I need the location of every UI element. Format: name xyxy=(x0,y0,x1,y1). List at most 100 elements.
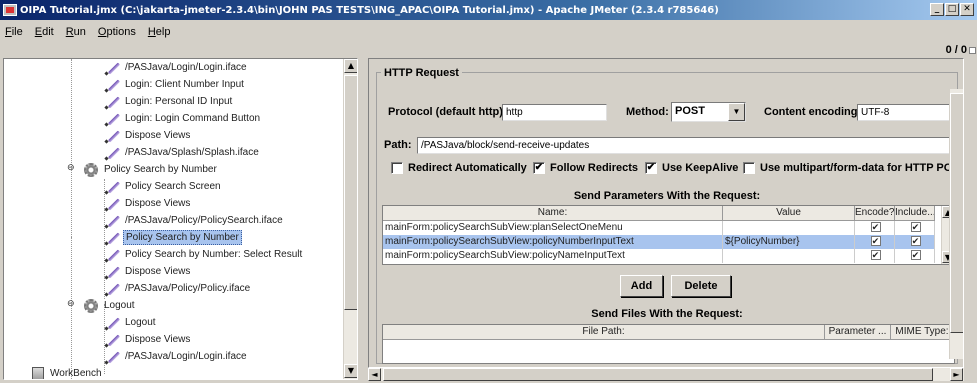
pane-splitter[interactable] xyxy=(361,58,367,380)
collapse-toggle[interactable]: ⊖ xyxy=(67,164,76,174)
path-label: Path: xyxy=(384,139,412,151)
sampler-icon xyxy=(104,78,120,92)
thread-counter: 0 / 0 xyxy=(945,44,967,56)
menu-help[interactable]: Help xyxy=(148,26,171,38)
table-row[interactable]: mainForm:policySearchSubView:policyNameI… xyxy=(383,249,935,263)
column-header-include[interactable]: Include... xyxy=(895,206,935,221)
group-title: HTTP Request xyxy=(381,67,462,79)
column-header-name[interactable]: Name: xyxy=(383,206,723,221)
column-header-encode[interactable]: Encode? xyxy=(855,206,895,221)
add-button[interactable]: Add xyxy=(620,275,663,297)
scroll-thumb[interactable] xyxy=(950,93,963,333)
scroll-thumb[interactable] xyxy=(344,75,357,310)
param-name-cell[interactable]: mainForm:policySearchSubView:policyNumbe… xyxy=(383,235,723,249)
encode-cell[interactable]: ✔ xyxy=(855,221,895,235)
column-header-file-path[interactable]: File Path: xyxy=(383,325,825,340)
multipart-checkbox[interactable]: Use multipart/form-data for HTTP POST xyxy=(743,162,963,174)
tree-item[interactable]: /PASJava/Policy/Policy.iface xyxy=(104,280,252,297)
menu-bar: File Edit Run Options Help xyxy=(0,21,977,42)
window-controls: _ □ ✕ xyxy=(930,3,974,16)
tree-item[interactable]: /PASJava/Login/Login.iface xyxy=(104,59,249,76)
files-table[interactable]: File Path: Parameter ... MIME Type: xyxy=(382,324,955,364)
sampler-icon xyxy=(104,333,120,347)
table-row[interactable]: mainForm:policySearchSubView:planSelectO… xyxy=(383,221,935,235)
sampler-icon xyxy=(104,248,120,262)
menu-options[interactable]: Options xyxy=(98,26,136,38)
tree-item-workbench[interactable]: WorkBench xyxy=(32,365,104,379)
tree-item-controller[interactable]: Policy Search by Number xyxy=(84,161,219,178)
sampler-icon xyxy=(104,282,120,296)
tree-item[interactable]: Dispose Views xyxy=(104,263,192,280)
path-input[interactable]: /PASJava/block/send-receive-updates xyxy=(417,137,955,154)
workbench-icon xyxy=(32,366,44,379)
tree-item-selected[interactable]: Policy Search by Number xyxy=(104,229,242,246)
delete-button[interactable]: Delete xyxy=(671,275,731,297)
tree-item[interactable]: Login: Client Number Input xyxy=(104,76,246,93)
params-table-header: Name: Value Encode? Include... xyxy=(383,206,935,221)
sampler-icon xyxy=(104,61,120,75)
params-table[interactable]: Name: Value Encode? Include... mainForm:… xyxy=(382,205,955,265)
tree-item[interactable]: Dispose Views xyxy=(104,127,192,144)
tree-item[interactable]: Login: Login Command Button xyxy=(104,110,262,127)
param-value-cell[interactable] xyxy=(723,249,855,263)
include-cell[interactable]: ✔ xyxy=(895,249,935,263)
use-keepalive-checkbox[interactable]: ✔ Use KeepAlive xyxy=(645,162,738,174)
collapse-toggle[interactable]: ⊖ xyxy=(67,300,76,310)
scroll-up-button[interactable]: ▲ xyxy=(344,59,357,73)
menu-run[interactable]: Run xyxy=(66,26,86,38)
tree-guide-line xyxy=(71,59,72,237)
right-panel-horizontal-scrollbar[interactable]: ◄ ► xyxy=(368,368,964,381)
method-select[interactable]: POST ▼ xyxy=(671,102,746,122)
chevron-down-icon[interactable]: ▼ xyxy=(728,103,745,121)
check-icon: ✔ xyxy=(910,236,921,246)
scroll-down-button[interactable]: ▼ xyxy=(344,364,357,378)
scroll-right-button[interactable]: ► xyxy=(950,368,963,381)
follow-redirects-checkbox[interactable]: ✔ Follow Redirects xyxy=(533,162,638,174)
tree-item[interactable]: Login: Personal ID Input xyxy=(104,93,234,110)
check-icon: ✔ xyxy=(870,250,881,260)
menu-file[interactable]: File xyxy=(5,26,23,38)
param-name-cell[interactable]: mainForm:policySearchSubView:policyNameI… xyxy=(383,249,723,263)
include-cell[interactable]: ✔ xyxy=(895,235,935,249)
sampler-icon xyxy=(104,95,120,109)
param-value-cell[interactable]: ${PolicyNumber} xyxy=(723,235,855,249)
tree-vertical-scrollbar[interactable]: ▲ ▼ xyxy=(343,59,357,379)
tree-item[interactable]: /PASJava/Login/Login.iface xyxy=(104,348,249,365)
tree-item[interactable]: Logout xyxy=(104,314,158,331)
column-header-parameter[interactable]: Parameter ... xyxy=(825,325,891,340)
encoding-label: Content encoding: xyxy=(764,106,862,118)
tree-item[interactable]: /PASJava/Splash/Splash.iface xyxy=(104,144,261,161)
include-cell[interactable]: ✔ xyxy=(895,221,935,235)
encoding-input[interactable]: UTF-8 xyxy=(857,104,952,121)
protocol-input[interactable]: http xyxy=(502,104,607,121)
scroll-left-button[interactable]: ◄ xyxy=(368,368,381,381)
column-header-value[interactable]: Value xyxy=(723,206,855,221)
param-name-cell[interactable]: mainForm:policySearchSubView:planSelectO… xyxy=(383,221,723,235)
test-plan-tree[interactable]: /PASJava/Login/Login.iface Login: Client… xyxy=(3,58,358,380)
tree-item-controller[interactable]: Logout xyxy=(84,297,137,314)
encode-cell[interactable]: ✔ xyxy=(855,235,895,249)
maximize-button[interactable]: □ xyxy=(945,3,959,16)
files-table-header: File Path: Parameter ... MIME Type: xyxy=(383,325,954,340)
files-heading: Send Files With the Request: xyxy=(591,308,743,320)
minimize-button[interactable]: _ xyxy=(930,3,944,16)
check-icon: ✔ xyxy=(910,250,921,260)
menu-edit[interactable]: Edit xyxy=(35,26,54,38)
param-value-cell[interactable] xyxy=(723,221,855,235)
method-label: Method: xyxy=(626,106,669,118)
tree-item[interactable]: Policy Search by Number: Select Result xyxy=(104,246,304,263)
tree-item[interactable]: Dispose Views xyxy=(104,331,192,348)
scroll-thumb[interactable] xyxy=(383,368,933,381)
tree-item[interactable]: Policy Search Screen xyxy=(104,178,223,195)
close-button[interactable]: ✕ xyxy=(960,3,974,16)
http-request-panel: HTTP Request Protocol (default http): ht… xyxy=(368,58,964,368)
column-header-mime-type[interactable]: MIME Type: xyxy=(891,325,954,340)
right-panel-vertical-scrollbar[interactable] xyxy=(949,89,963,359)
checkbox-box xyxy=(391,162,403,174)
redirect-automatically-checkbox[interactable]: Redirect Automatically xyxy=(391,162,527,174)
tree-item[interactable]: Dispose Views xyxy=(104,195,192,212)
controller-icon xyxy=(84,162,98,177)
tree-item[interactable]: /PASJava/Policy/PolicySearch.iface xyxy=(104,212,285,229)
table-row-selected[interactable]: mainForm:policySearchSubView:policyNumbe… xyxy=(383,235,935,249)
encode-cell[interactable]: ✔ xyxy=(855,249,895,263)
